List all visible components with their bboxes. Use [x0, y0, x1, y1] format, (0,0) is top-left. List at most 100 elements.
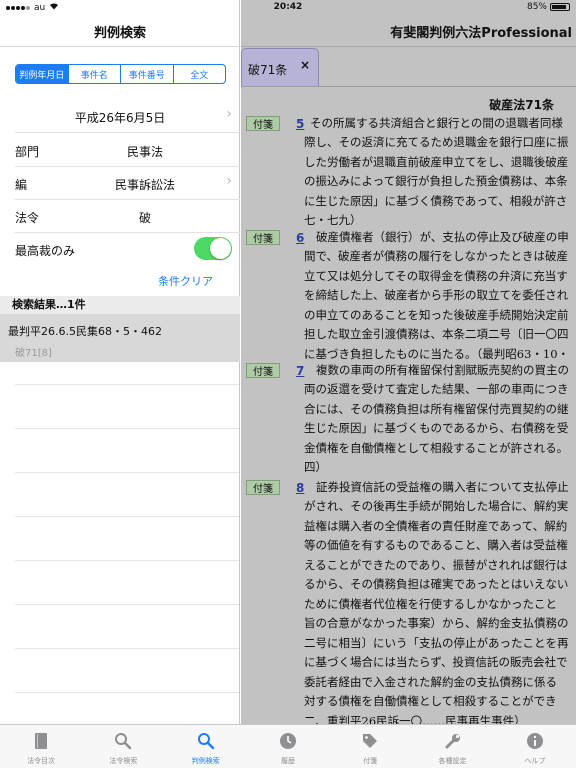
tab-settings[interactable]: 各種設定: [411, 725, 493, 768]
chapter-row[interactable]: 編 民事訴訟法 ›: [0, 166, 240, 200]
entry-line: を締結した上、破産者から手形の取立てを委任され: [304, 288, 569, 302]
empty-row-divider: [15, 472, 239, 473]
entry-line: 破産債権者（銀行）が、支払の停止及び破産の申: [316, 230, 569, 244]
empty-row-divider: [15, 516, 239, 517]
result-citation: 最判平26.6.5民集68・5・462: [8, 325, 162, 338]
tab-label: 各種設定: [438, 757, 467, 765]
entry-line: 証券投資信託の受益権の購入者について支払停止: [316, 480, 569, 494]
segment-case-number[interactable]: 事件番号: [120, 65, 173, 83]
law-label: 法令: [15, 211, 40, 225]
date-value: 平成26年6月5日: [74, 111, 166, 125]
search-panel: 判例検索 判例年月日 事件名 事件番号 全文 平成26年6月5日 › 部門 民事…: [0, 0, 240, 724]
entry-line: 等の価値を有するものであること、購入者は受益権: [304, 538, 568, 552]
nav-divider: [0, 46, 240, 47]
entry-line: の振込みによって銀行が負担した預金債務は、本条: [304, 174, 568, 188]
search-icon: [197, 732, 215, 750]
entry-line: 金債権を自働債権として相殺することが許される。: [304, 441, 569, 455]
entry-number[interactable]: 8: [296, 481, 304, 495]
sticky-note-button[interactable]: 付箋: [246, 230, 280, 245]
entry-line: 両の返還を受けて査定した結果、一部の車両につき: [304, 382, 569, 396]
supreme-only-label: 最高裁のみ: [15, 244, 76, 258]
tab-divider: [241, 86, 576, 87]
toggle-knob: [210, 238, 231, 259]
document-tab-label: 破71条: [248, 63, 288, 77]
tab-label: 付箋: [363, 757, 378, 765]
supreme-only-toggle[interactable]: [194, 237, 232, 260]
document-title: 破産法71条: [489, 98, 554, 112]
tab-label: 法令目次: [27, 757, 56, 765]
entry-line: ために債権者代位権を行使するしかなかったこと: [304, 597, 557, 611]
entry-line: 複数の車両の所有権留保付割賦販売契約の買主の: [316, 363, 569, 377]
empty-row-divider: [15, 560, 239, 561]
clear-conditions-button[interactable]: 条件クリア: [158, 273, 213, 289]
tab-case-search[interactable]: 判例検索: [165, 725, 247, 768]
entry-number[interactable]: 6: [296, 231, 304, 245]
entry-line: 対する債権を自働債権として相殺することができ: [304, 694, 557, 708]
entry-line: 際し、その返済に充てるため退職金を銀行口座に振: [304, 135, 569, 149]
entry-line: がされ、その後再生手続が開始した場合に、解約実: [304, 499, 569, 513]
entry-line: 益権は購入者の全債権者の責任財産であって、解約: [304, 519, 568, 533]
result-item[interactable]: 最判平26.6.5民集68・5・462 破71[8]: [0, 314, 240, 362]
division-label: 部門: [15, 145, 40, 159]
entry-number[interactable]: 5: [296, 117, 304, 131]
chapter-value: 民事訴訟法: [114, 178, 175, 192]
law-value: 破: [138, 211, 151, 225]
tab-law-search[interactable]: 法令検索: [82, 725, 164, 768]
tab-label: ヘルプ: [524, 757, 546, 765]
division-row[interactable]: 部門 民事法: [0, 133, 240, 167]
chapter-label: 編: [15, 178, 28, 192]
document-panel: 有斐閣判例六法Professional 破71条 × 破産法71条 付箋 5 そ…: [241, 0, 576, 728]
tab-history[interactable]: 履歴: [247, 725, 329, 768]
info-icon: [526, 732, 544, 750]
segment-date[interactable]: 判例年月日: [16, 65, 68, 83]
law-row[interactable]: 法令 破: [0, 199, 240, 233]
battery-icon: [550, 3, 570, 11]
search-mode-segmented-control: 判例年月日 事件名 事件番号 全文: [15, 64, 226, 84]
division-value: 民事法: [126, 145, 163, 159]
entry-line: 間で、破産者が債務の履行をしなかったときは破産: [304, 249, 569, 263]
status-bar: au 20:42 85%: [0, 0, 576, 14]
supreme-only-row: 最高裁のみ: [0, 232, 240, 266]
close-icon[interactable]: ×: [300, 58, 310, 72]
panel-title: 判例検索: [93, 26, 146, 41]
empty-row-divider: [15, 604, 239, 605]
sticky-note-button[interactable]: 付箋: [246, 116, 280, 131]
entry-line: 生じた原因」に基づくものであるから、右債務を受: [304, 421, 569, 435]
clock-icon: [279, 732, 297, 750]
search-icon: [114, 732, 132, 750]
clock: 20:42: [273, 2, 303, 12]
sticky-note-button[interactable]: 付箋: [246, 363, 280, 378]
tab-label: 履歴: [280, 757, 295, 765]
entry-line: 合には、その債務負担は所有権留保付売買契約の継: [304, 402, 569, 416]
entry-line: に基づく場合には当たらず、投資信託の販売会社で: [304, 655, 568, 669]
entry-line: 四）: [304, 460, 327, 474]
entry-line: その所属する共済組合と銀行との間の退職者同様: [310, 116, 563, 130]
segment-case-name[interactable]: 事件名: [67, 65, 121, 83]
nav-divider: [241, 46, 576, 47]
entry-line: に生じた原因」に基づく債務であって、相殺が許さ: [304, 194, 568, 208]
tab-law-contents[interactable]: 法令目次: [0, 725, 82, 768]
document-tab[interactable]: 破71条 ×: [241, 48, 319, 86]
tab-label: 判例検索: [191, 757, 220, 765]
tab-sticky-notes[interactable]: 付箋: [329, 725, 411, 768]
entry-line: 担した取立金引渡債務は、本条二項二号〔旧一〇四: [304, 327, 569, 341]
entry-number[interactable]: 7: [296, 364, 304, 378]
wrench-icon: [444, 732, 462, 750]
tab-help[interactable]: ヘルプ: [494, 725, 576, 768]
segment-fulltext[interactable]: 全文: [172, 65, 226, 83]
tab-label: 法令検索: [109, 757, 138, 765]
app-title: 有斐閣判例六法Professional: [390, 26, 572, 41]
tag-icon: [361, 732, 379, 750]
chevron-right-icon: ›: [226, 106, 232, 122]
result-article-ref: 破71[8]: [15, 348, 52, 359]
entry-line: 旨の合意がなかった事案）から、解約金支払債務の: [304, 616, 569, 630]
entry-line: るから、その債務負担は確実であったとはいえない: [304, 577, 569, 591]
date-row[interactable]: 平成26年6月5日 ›: [0, 99, 240, 133]
empty-row-divider: [15, 428, 239, 429]
results-header: 検索結果…1件: [0, 296, 240, 314]
empty-row-divider: [15, 384, 239, 385]
chevron-right-icon: ›: [226, 173, 232, 189]
entry-line: 委託者経由で入金された解約金の支払債務に係る: [304, 675, 557, 689]
sticky-note-button[interactable]: 付箋: [246, 480, 280, 495]
entry-line: 立て又は処分してその取得金を債務の弁済に充当す: [304, 269, 568, 283]
